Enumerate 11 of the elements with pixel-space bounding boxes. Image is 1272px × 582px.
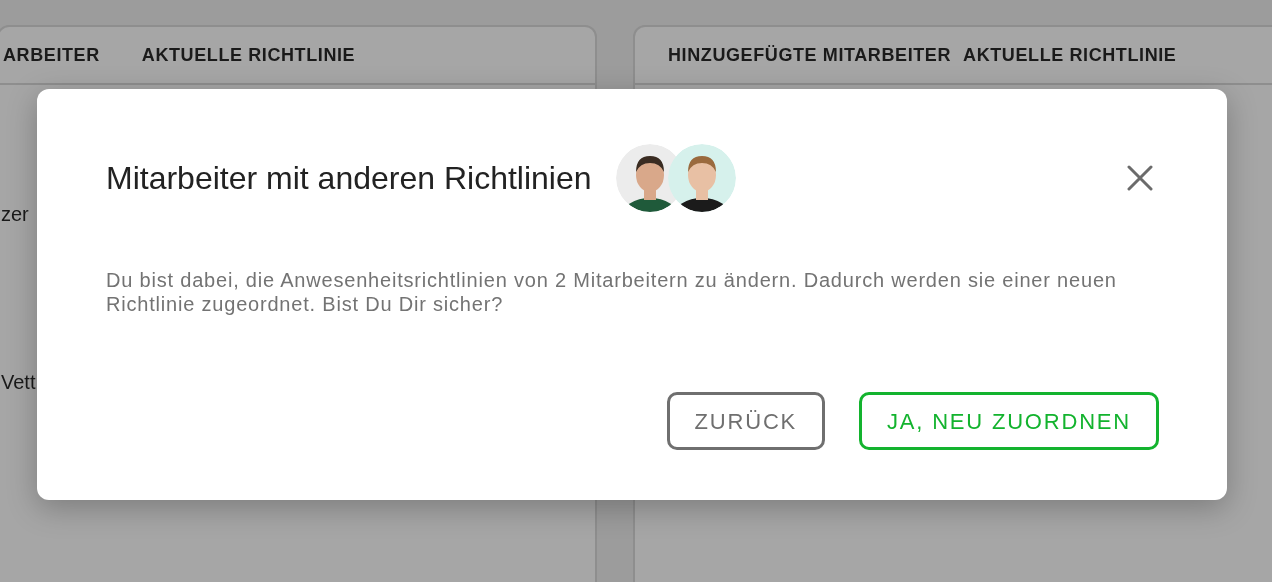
column-header: AKTUELLE RICHTLINIE <box>963 43 1177 67</box>
dialog-message: Du bist dabei, die Anwesenheitsrichtlinien von 2 Mitarbeitern zu ändern. Dadurch werden sie einer neuen Richtlinie zugeordnet. Bist Du Dir sicher? <box>106 268 1118 316</box>
column-header: HINZUGEFÜGTE MITARBEITER <box>668 43 952 67</box>
dialog-title: Mitarbeiter mit anderen Richtlinien <box>106 158 592 198</box>
column-header: AKTUELLE RICHTLINIE <box>141 43 356 67</box>
table-cell-text: zer <box>1 202 29 227</box>
table-cell-text: Vett <box>1 370 36 395</box>
close-button[interactable] <box>1127 165 1153 191</box>
confirm-button[interactable]: JA, NEU ZUORDNEN <box>859 392 1159 450</box>
column-header: ARBEITER <box>3 43 100 67</box>
back-button[interactable]: ZURÜCK <box>666 392 826 450</box>
